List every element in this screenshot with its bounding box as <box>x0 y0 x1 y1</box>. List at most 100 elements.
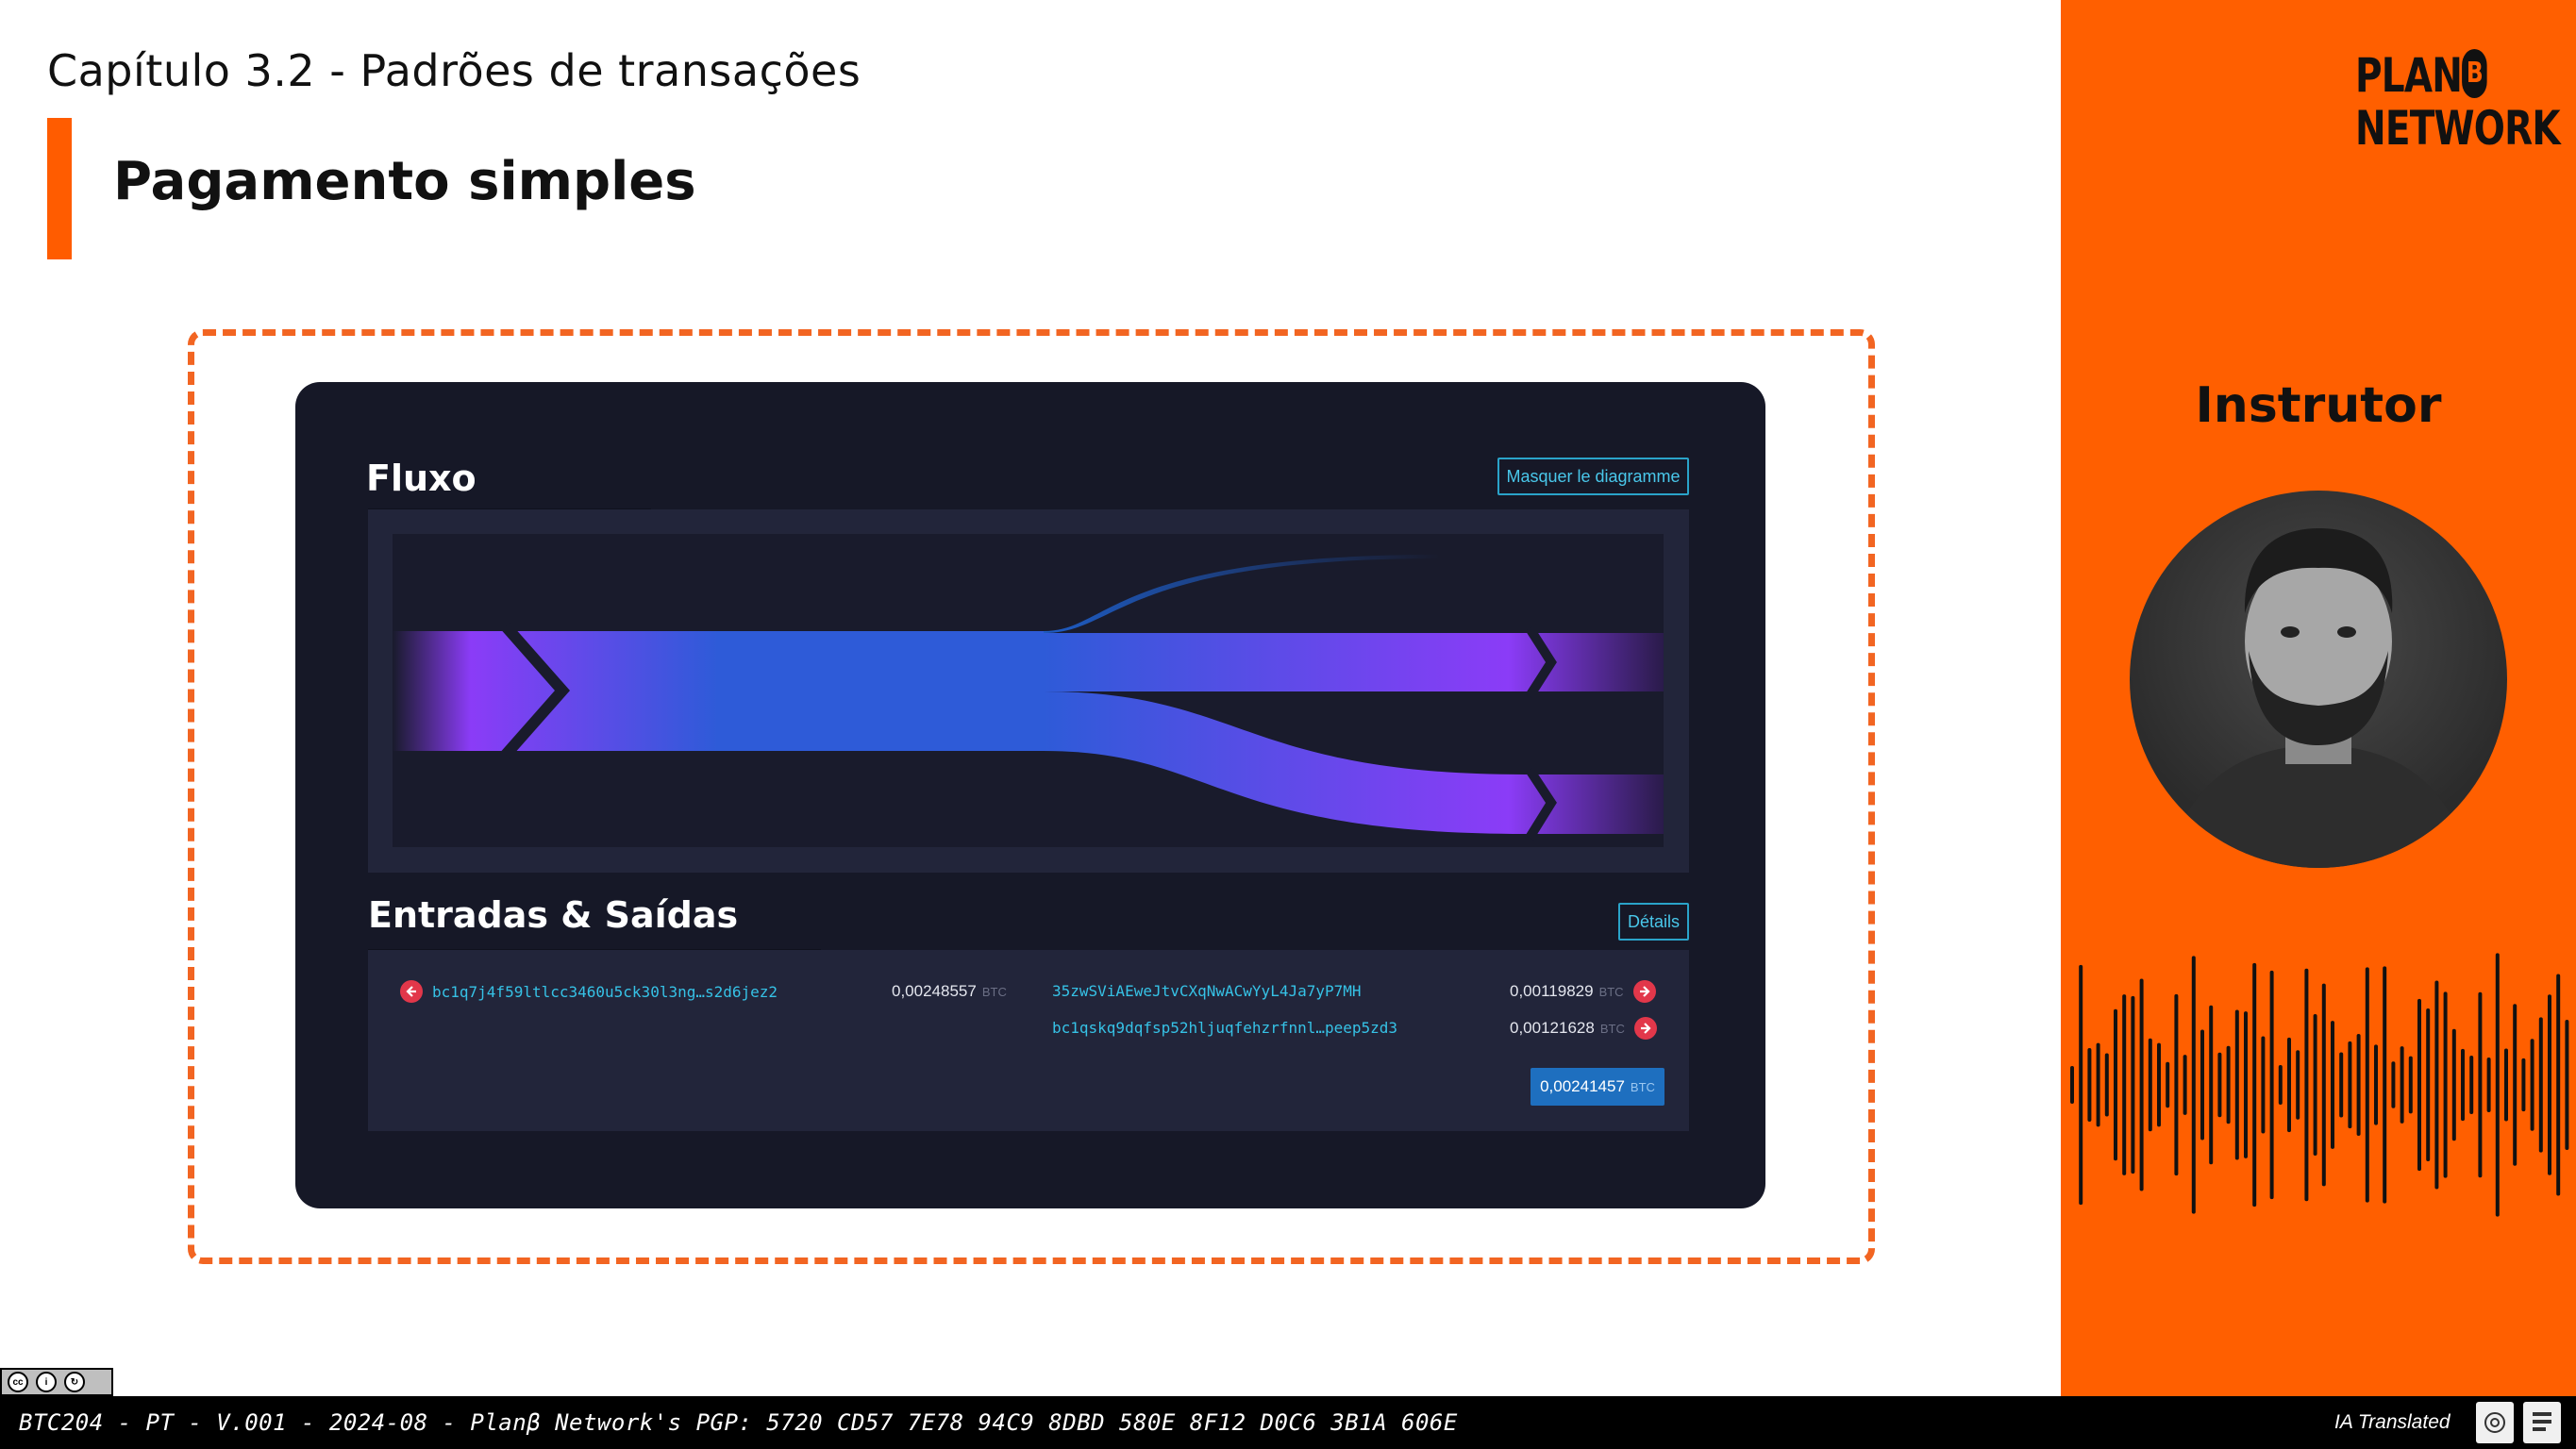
waveform-bar <box>2478 991 2483 1178</box>
output-address-link[interactable]: 35zwSViAEweJtvCXqNwACwYyL4Ja7yP7MH <box>1052 982 1362 1000</box>
translation-tool-icon <box>2523 1402 2561 1443</box>
waveform-bar <box>2252 962 2257 1208</box>
output-flow-2 <box>1044 691 1664 834</box>
waveform-bar <box>2209 1005 2214 1165</box>
waveform-bar <box>2200 1029 2204 1141</box>
waveform-bar <box>2269 970 2274 1200</box>
waveform-bar <box>2148 1038 2152 1132</box>
output-amount: 0,00119829 BTC <box>1510 980 1656 1003</box>
waveform-bar <box>2513 1004 2517 1166</box>
amount-unit: BTC <box>981 984 1007 999</box>
ia-translated-label: IA Translated <box>2334 1411 2451 1433</box>
instructor-avatar <box>2130 491 2507 868</box>
waveform-bar <box>2122 994 2127 1175</box>
explorer-screenshot: Fluxo Masquer le diagramme Entradas & Sa… <box>295 382 1765 1208</box>
waveform-bar <box>2331 1021 2334 1149</box>
license-badge: cc i ↻ <box>0 1368 113 1396</box>
logo-text-plan: PLAN <box>2355 48 2463 103</box>
fee-flow <box>1044 555 1440 633</box>
output-row: 35zwSViAEweJtvCXqNwACwYyL4Ja7yP7MH <box>1052 982 1362 1000</box>
waveform-bar <box>2226 1045 2231 1124</box>
page-title: Pagamento simples <box>113 151 696 212</box>
amount-unit: BTC <box>1599 1021 1625 1036</box>
waveform-bar <box>2304 968 2309 1202</box>
waveform-bar <box>2296 1050 2300 1120</box>
waveform-bar <box>2469 1055 2474 1115</box>
instructor-label: Instrutor <box>2195 377 2442 434</box>
waveform-bar <box>2365 967 2369 1203</box>
waveform-bar <box>2400 1046 2404 1124</box>
waveform-bar <box>2096 1042 2100 1127</box>
logo-text-network: NETWORK <box>2355 101 2561 156</box>
amount-unit: BTC <box>1598 984 1624 999</box>
waveform-bar <box>2486 1057 2491 1113</box>
waveform-bar <box>2443 991 2448 1178</box>
io-panel <box>368 950 1689 1131</box>
waveform-bar <box>2556 974 2561 1196</box>
waveform-bar <box>2244 1011 2248 1158</box>
waveform-bar <box>2417 998 2421 1172</box>
output-address-link[interactable]: bc1qskq9dqfsp52hljuqfehzrfnnl…peep5zd3 <box>1052 1019 1397 1037</box>
waveform-bar <box>2408 1056 2413 1114</box>
input-address-link[interactable]: bc1q7j4f59ltlcc3460u5ck30l3ng…s2d6jez2 <box>432 983 778 1001</box>
amount-value: 0,00121628 <box>1510 1019 1595 1037</box>
waveform-bar <box>2174 993 2179 1176</box>
waveform-bar <box>2087 1047 2092 1123</box>
input-flow <box>393 631 1044 751</box>
input-row: bc1q7j4f59ltlcc3460u5ck30l3ng…s2d6jez2 <box>400 980 778 1003</box>
waveform-bar <box>2374 1044 2378 1125</box>
total-unit: BTC <box>1630 1079 1655 1094</box>
waveform-bar <box>2131 995 2135 1174</box>
by-icon: i <box>36 1372 57 1392</box>
waveform-bar <box>2070 1066 2074 1104</box>
output-flow-1 <box>1044 633 1664 691</box>
footer-text: BTC204 - PT - V.001 - 2024-08 - Planβ Ne… <box>19 1409 1458 1436</box>
waveform-bar <box>2548 994 2551 1175</box>
title-accent-bar <box>47 118 72 259</box>
waveform-bar <box>2114 1008 2117 1161</box>
waveform-bar <box>2356 1033 2361 1137</box>
waveform-bar <box>2348 1041 2352 1129</box>
waveform-bar <box>2157 1042 2161 1127</box>
hide-diagram-button[interactable]: Masquer le diagramme <box>1497 458 1689 495</box>
cc-icon: cc <box>8 1372 28 1392</box>
details-button[interactable]: Détails <box>1618 903 1689 941</box>
total-output-badge: 0,00241457 BTC <box>1531 1068 1664 1106</box>
waveform-bar <box>2530 1039 2534 1131</box>
waveform-bar <box>2217 1052 2222 1118</box>
waveform-bar <box>2451 1028 2456 1141</box>
waveform-bar <box>2461 1048 2465 1122</box>
waveform-bar <box>2426 1008 2431 1162</box>
output-amount: 0,00121628 BTC <box>1510 1017 1657 1040</box>
waveform-bar <box>2166 1061 2170 1108</box>
input-amount: 0,00248557 BTC <box>892 982 1007 1001</box>
waveform-bar <box>2504 1048 2508 1122</box>
waveform-bar <box>2383 966 2387 1204</box>
total-amount: 0,00241457 <box>1540 1077 1625 1095</box>
amount-value: 0,00248557 <box>892 982 977 1000</box>
amount-value: 0,00119829 <box>1510 982 1594 1000</box>
output-arrow-icon[interactable] <box>1632 980 1656 1003</box>
waveform-bar <box>2521 1058 2526 1112</box>
output-row: bc1qskq9dqfsp52hljuqfehzrfnnl…peep5zd3 <box>1052 1019 1397 1037</box>
waveform-bar <box>2313 1014 2317 1156</box>
waveform-bar <box>2339 1052 2344 1118</box>
waveform-bar <box>2565 1019 2569 1151</box>
ai-logo-icon <box>2476 1402 2514 1443</box>
waveform-bar <box>2139 978 2144 1191</box>
output-arrow-icon[interactable] <box>1633 1017 1657 1040</box>
waveform-bar <box>2261 1036 2266 1134</box>
waveform-bar <box>2191 956 2196 1214</box>
input-arrow-icon <box>400 980 423 1003</box>
waveform-bar <box>2495 953 2500 1217</box>
waveform-bar <box>2321 983 2326 1187</box>
sankey-diagram <box>393 555 1664 841</box>
io-section-title: Entradas & Saídas <box>368 894 739 936</box>
waveform-bar <box>2079 964 2083 1206</box>
waveform-bar <box>2278 1065 2283 1105</box>
waveform-bar <box>2538 1017 2543 1153</box>
chapter-heading: Capítulo 3.2 - Padrões de transações <box>47 45 861 96</box>
waveform-bar <box>2183 1055 2187 1115</box>
waveform-bar <box>2391 1061 2396 1108</box>
waveform-bar <box>2234 1009 2239 1160</box>
